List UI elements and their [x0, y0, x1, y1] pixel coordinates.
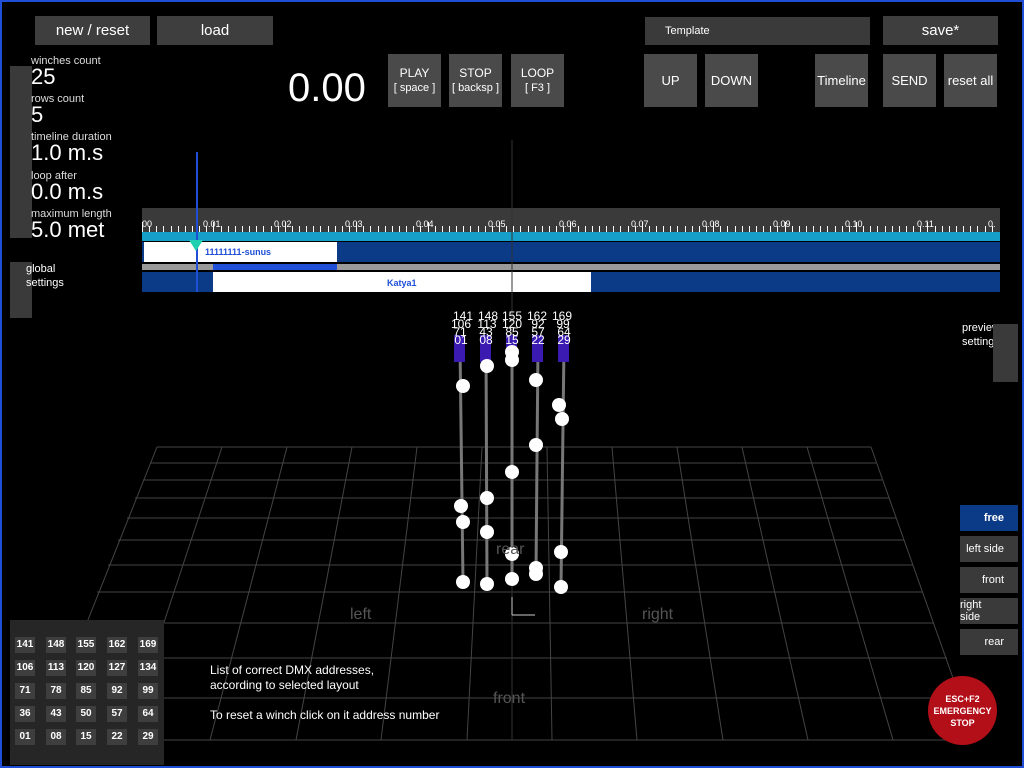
emergency-stop-button[interactable]: ESC+F2 EMERGENCY STOP [928, 676, 997, 745]
emergency-label: EMERGENCY [933, 705, 992, 716]
dmx-address[interactable]: 162 [107, 637, 127, 653]
winch-number: 15 [505, 333, 519, 347]
dmx-info-line: To reset a winch click on it address num… [210, 708, 440, 722]
view-right-side-button[interactable]: right side [960, 598, 1018, 624]
dmx-address[interactable]: 155 [76, 637, 96, 653]
winch-number: 08 [479, 333, 493, 347]
dmx-address[interactable]: 106 [15, 660, 35, 676]
dmx-address[interactable]: 36 [15, 706, 35, 722]
dmx-address[interactable]: 169 [138, 637, 158, 653]
dmx-address[interactable]: 127 [107, 660, 127, 676]
axis-label-right: right [642, 606, 674, 623]
dmx-address[interactable]: 57 [107, 706, 127, 722]
dmx-address[interactable]: 71 [15, 683, 35, 699]
dmx-address[interactable]: 22 [107, 729, 127, 745]
dmx-address[interactable]: 29 [138, 729, 158, 745]
dmx-address[interactable]: 64 [138, 706, 158, 722]
dmx-address[interactable]: 50 [76, 706, 96, 722]
axis-label-rear: rear [496, 541, 525, 558]
view-free-button[interactable]: free [960, 505, 1018, 531]
winch-number-labels: 141 106 71 01 148 113 43 08 155 120 85 1… [451, 309, 572, 347]
winch-number: 01 [454, 333, 468, 347]
dmx-address[interactable]: 134 [138, 660, 158, 676]
dmx-address[interactable]: 85 [76, 683, 96, 699]
view-left-side-button[interactable]: left side [960, 536, 1018, 562]
dmx-address[interactable]: 78 [46, 683, 66, 699]
view-rear-button[interactable]: rear [960, 629, 1018, 655]
dmx-address[interactable]: 148 [46, 637, 66, 653]
dmx-address[interactable]: 15 [76, 729, 96, 745]
dmx-address[interactable]: 92 [107, 683, 127, 699]
preview-settings-handle[interactable] [993, 324, 1018, 382]
dmx-address[interactable]: 113 [46, 660, 66, 676]
dmx-address[interactable]: 141 [15, 637, 35, 653]
axis-label-left: left [350, 606, 372, 623]
view-front-button[interactable]: front [960, 567, 1018, 593]
dmx-info-line: List of correct DMX addresses, [210, 663, 375, 677]
emergency-shortcut: ESC+F2 [945, 693, 980, 704]
emergency-label: STOP [950, 717, 975, 728]
dmx-address[interactable]: 99 [138, 683, 158, 699]
origin-gizmo [511, 597, 535, 616]
dmx-address[interactable]: 120 [76, 660, 96, 676]
dmx-address[interactable]: 01 [15, 729, 35, 745]
dmx-info-line: according to selected layout [210, 678, 359, 692]
dmx-address[interactable]: 08 [46, 729, 66, 745]
winch-number: 22 [531, 333, 545, 347]
dmx-address[interactable]: 43 [46, 706, 66, 722]
winch-number: 29 [557, 333, 571, 347]
axis-label-front: front [493, 690, 526, 707]
